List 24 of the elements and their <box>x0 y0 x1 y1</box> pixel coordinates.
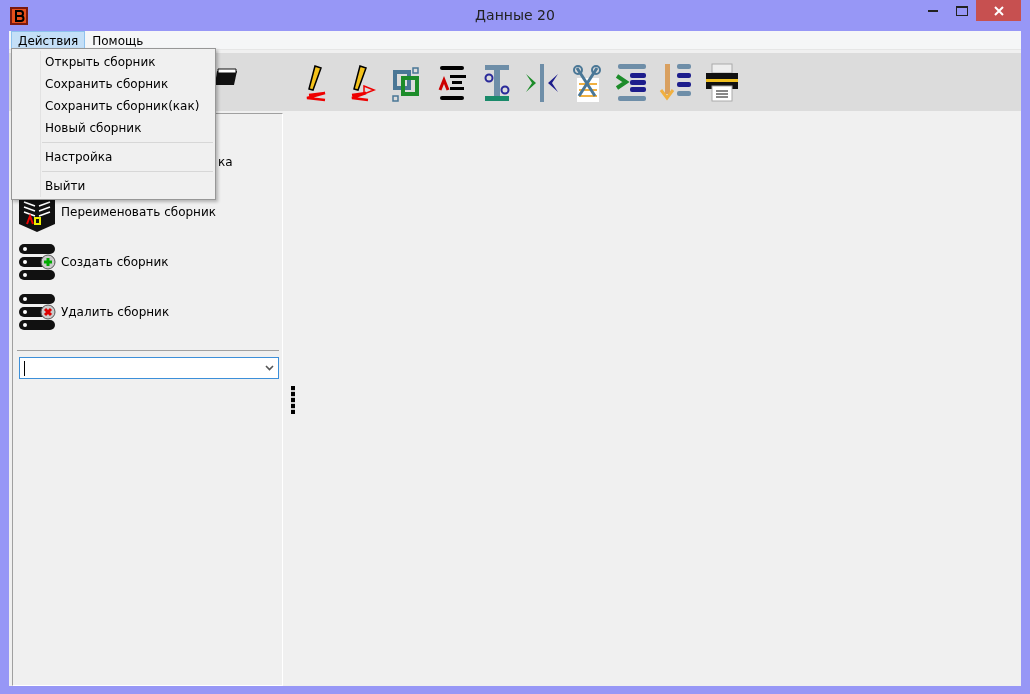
menu-bar-item[interactable]: Действия <box>11 31 86 49</box>
arrows-icon[interactable] <box>524 62 560 102</box>
app-icon <box>10 6 28 25</box>
sidebar-item[interactable]: ка <box>218 155 233 169</box>
menu-bar-item[interactable]: Помощь <box>85 31 151 49</box>
stack-icon[interactable] <box>17 292 57 332</box>
menu-item[interactable]: Открыть сборник <box>12 51 215 73</box>
menu-item[interactable]: Выйти <box>12 175 215 197</box>
menu-item[interactable]: Сохранить сборник <box>12 73 215 95</box>
maximize-icon <box>955 5 968 16</box>
sidebar-item[interactable]: Создать сборник <box>61 255 169 269</box>
menu-item[interactable]: Настройка <box>12 146 215 168</box>
menu-item[interactable]: Новый сборник <box>12 117 215 139</box>
sidebar-item[interactable]: Удалить сборник <box>61 305 170 319</box>
chevron-icon <box>265 365 274 371</box>
sidebar-item[interactable]: Переименовать сборник <box>61 205 216 219</box>
combo-box[interactable] <box>19 357 279 379</box>
menu-item[interactable]: Сохранить сборник(как) <box>12 95 215 117</box>
splitter-grip[interactable] <box>291 386 295 414</box>
stack-icon[interactable] <box>17 242 57 282</box>
close-button[interactable] <box>976 0 1021 21</box>
window-title: Данные 20 <box>475 7 555 23</box>
printer-icon[interactable] <box>704 62 740 102</box>
close-icon <box>993 5 1004 16</box>
